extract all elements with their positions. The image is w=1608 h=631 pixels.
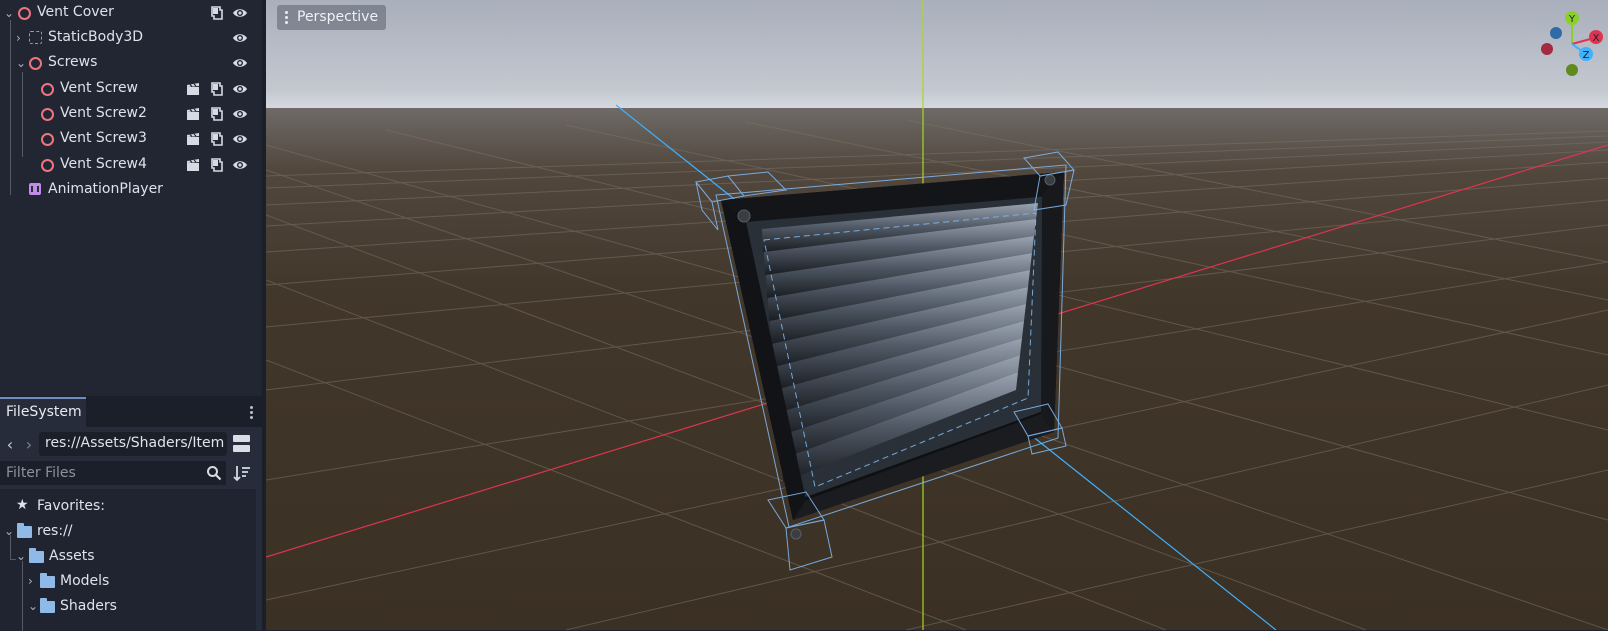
tree-row-staticbody3d[interactable]: › StaticBody3D bbox=[0, 25, 262, 51]
tree-row-vent-screw2[interactable]: Vent Screw2 bbox=[0, 101, 262, 127]
tree-row-animationplayer[interactable]: AnimationPlayer bbox=[0, 177, 262, 203]
gizmo-y-label: Y bbox=[1568, 14, 1576, 25]
gizmo-x-label: X bbox=[1593, 33, 1600, 44]
node3d-icon bbox=[41, 108, 54, 121]
file-tree-item-assets[interactable]: ⌄ Assets bbox=[0, 545, 256, 570]
instance-scene-icon[interactable] bbox=[185, 106, 201, 122]
tree-guide-line bbox=[10, 535, 11, 559]
back-arrow-icon[interactable]: ‹ bbox=[3, 435, 17, 455]
viewport-scene bbox=[266, 0, 1608, 630]
tree-node-label: Vent Screw3 bbox=[60, 130, 147, 146]
script-icon[interactable] bbox=[208, 106, 224, 122]
script-icon[interactable] bbox=[208, 131, 224, 147]
neg-y-handle[interactable] bbox=[1566, 64, 1578, 76]
orientation-gizmo[interactable]: Y X Z bbox=[1532, 6, 1608, 82]
tree-node-label: Screws bbox=[48, 54, 98, 70]
path-value: res://Assets/Shaders/ItemO bbox=[45, 435, 225, 451]
folder-icon bbox=[17, 523, 32, 538]
node3d-icon bbox=[41, 83, 54, 96]
3d-viewport[interactable]: Perspective Y X Z bbox=[266, 0, 1608, 630]
tree-guide-line bbox=[22, 72, 23, 157]
tree-row-vent-screw[interactable]: Vent Screw bbox=[0, 76, 262, 102]
node3d-icon bbox=[41, 159, 54, 172]
file-tree-item-shaders[interactable]: ⌄ Shaders bbox=[0, 595, 256, 620]
instance-scene-icon[interactable] bbox=[185, 81, 201, 97]
tree-row-vent-screw4[interactable]: Vent Screw4 bbox=[0, 152, 262, 178]
chevron-down-icon[interactable]: ⌄ bbox=[16, 56, 28, 70]
chevron-right-icon[interactable]: › bbox=[16, 31, 28, 45]
scene-tree-panel: ⌄ Vent Cover › StaticBody3D ⌄ Screws Ven… bbox=[0, 0, 262, 396]
tree-guide-line bbox=[22, 561, 23, 631]
script-icon[interactable] bbox=[208, 5, 224, 21]
node3d-icon bbox=[18, 7, 31, 20]
tab-filesystem[interactable]: FileSystem bbox=[0, 397, 86, 427]
perspective-menu-button[interactable]: Perspective bbox=[277, 5, 387, 30]
chevron-down-icon[interactable]: ⌄ bbox=[4, 6, 16, 20]
sort-icon[interactable] bbox=[233, 464, 251, 482]
neg-z-handle[interactable] bbox=[1550, 27, 1562, 39]
script-icon[interactable] bbox=[208, 81, 224, 97]
gizmo-z-label: Z bbox=[1583, 50, 1590, 61]
visibility-eye-icon[interactable] bbox=[232, 30, 248, 46]
visibility-eye-icon[interactable] bbox=[232, 106, 248, 122]
favorites-row[interactable]: ★ Favorites: bbox=[0, 495, 256, 520]
tree-node-label: Vent Screw2 bbox=[60, 105, 147, 121]
tree-node-label: StaticBody3D bbox=[48, 29, 144, 45]
path-field[interactable]: res://Assets/Shaders/ItemO bbox=[39, 432, 227, 456]
perspective-label: Perspective bbox=[297, 9, 379, 25]
tree-guide-line bbox=[10, 20, 11, 195]
visibility-eye-icon[interactable] bbox=[232, 5, 248, 21]
screw-head bbox=[1044, 174, 1056, 186]
instance-scene-icon[interactable] bbox=[185, 131, 201, 147]
file-tree-label: Shaders bbox=[60, 598, 117, 614]
file-tree-label: Assets bbox=[49, 548, 95, 564]
neg-x-handle[interactable] bbox=[1541, 43, 1553, 55]
file-tree-item-models[interactable]: › Models bbox=[0, 570, 256, 595]
animation-player-icon bbox=[29, 183, 41, 195]
left-dock: ⌄ Vent Cover › StaticBody3D ⌄ Screws Ven… bbox=[0, 0, 266, 631]
filter-placeholder: Filter Files bbox=[6, 465, 76, 481]
star-icon: ★ bbox=[16, 497, 29, 513]
folder-icon bbox=[29, 548, 44, 563]
tree-row-screws[interactable]: ⌄ Screws bbox=[0, 50, 262, 76]
chevron-down-icon[interactable]: ⌄ bbox=[28, 599, 40, 613]
tree-node-label: AnimationPlayer bbox=[48, 181, 163, 197]
file-tree-item-res[interactable]: ⌄ res:// bbox=[0, 520, 256, 545]
node3d-icon bbox=[41, 133, 54, 146]
script-icon[interactable] bbox=[208, 157, 224, 173]
tree-node-label: Vent Screw4 bbox=[60, 156, 147, 172]
tree-guide-line bbox=[10, 559, 16, 560]
folder-icon bbox=[40, 598, 55, 613]
visibility-eye-icon[interactable] bbox=[232, 157, 248, 173]
forward-arrow-icon[interactable]: › bbox=[22, 435, 36, 455]
file-tree: ★ Favorites: ⌄ res:// ⌄ Assets › Models … bbox=[0, 489, 256, 631]
tree-row-vent-cover[interactable]: ⌄ Vent Cover bbox=[0, 0, 262, 26]
filesystem-panel: ‹ › res://Assets/Shaders/ItemO Filter Fi… bbox=[0, 427, 262, 631]
node3d-icon bbox=[29, 57, 42, 70]
file-tree-label: Models bbox=[60, 573, 110, 589]
split-mode-toggle-icon[interactable] bbox=[233, 435, 250, 453]
menu-dots-icon bbox=[285, 11, 288, 26]
instance-scene-icon[interactable] bbox=[185, 157, 201, 173]
favorites-label: Favorites: bbox=[37, 498, 105, 514]
search-icon bbox=[207, 466, 222, 481]
file-tree-label: res:// bbox=[37, 523, 73, 539]
folder-icon bbox=[40, 573, 55, 588]
tree-node-label: Vent Screw bbox=[60, 80, 139, 96]
visibility-eye-icon[interactable] bbox=[232, 55, 248, 71]
tree-row-vent-screw3[interactable]: Vent Screw3 bbox=[0, 126, 262, 152]
screw-head bbox=[790, 528, 802, 540]
sky bbox=[266, 0, 1608, 112]
visibility-eye-icon[interactable] bbox=[232, 81, 248, 97]
screw-head bbox=[737, 209, 751, 223]
tab-label: FileSystem bbox=[6, 404, 82, 420]
tree-node-label: Vent Cover bbox=[37, 4, 114, 20]
chevron-right-icon[interactable]: › bbox=[28, 574, 40, 588]
visibility-eye-icon[interactable] bbox=[232, 131, 248, 147]
dock-menu-icon[interactable] bbox=[246, 404, 256, 422]
staticbody3d-icon bbox=[29, 31, 42, 44]
filter-files-input[interactable]: Filter Files bbox=[0, 461, 226, 485]
